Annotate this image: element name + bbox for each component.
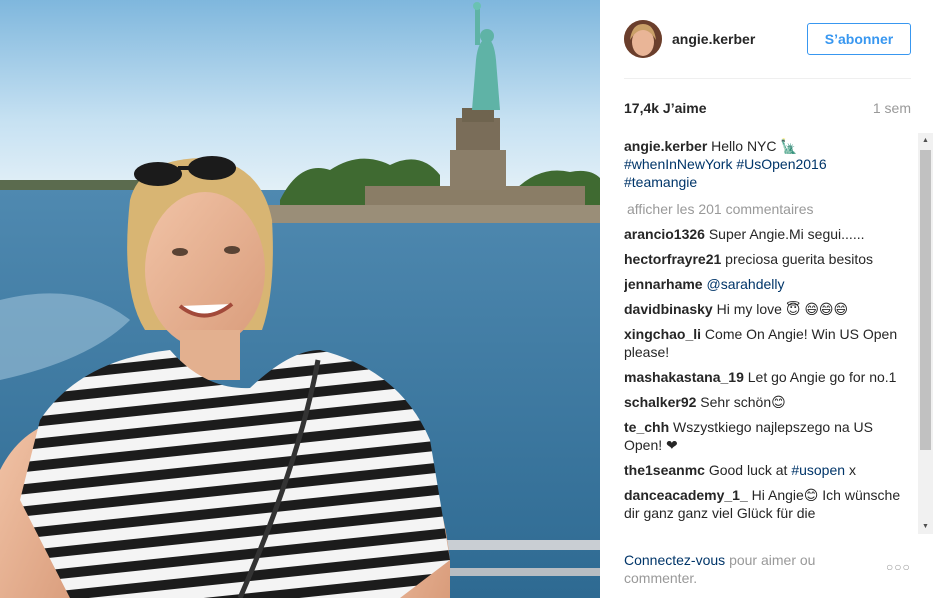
mention-link[interactable]: @sarahdelly [706, 276, 784, 292]
post-header: angie.kerber S’abonner [624, 16, 911, 62]
photo-image [0, 0, 600, 598]
comment-author[interactable]: danceacademy_1_ [624, 487, 748, 503]
comment: arancio1326 Super Angie.Mi segui...... [624, 225, 914, 243]
comment-author[interactable]: davidbinasky [624, 301, 713, 317]
hashtag[interactable]: #usopen [791, 462, 845, 478]
comment-text: Super Angie.Mi segui...... [708, 226, 865, 242]
comment: mashakastana_19 Let go Angie go for no.1 [624, 368, 914, 386]
login-prompt: Connectez-vous pour aimer ou commenter. [624, 551, 864, 587]
comment-author[interactable]: xingchao_li [624, 326, 701, 342]
caption-text: Hello NYC 🗽 [711, 138, 798, 154]
comment: xingchao_li Come On Angie! Win US Open p… [624, 325, 914, 361]
scroll-down-arrow-icon[interactable]: ▼ [918, 519, 933, 534]
hashtag[interactable]: #UsOpen2016 [736, 156, 826, 172]
comment-text: preciosa guerita besitos [725, 251, 874, 267]
comment-author[interactable]: mashakastana_19 [624, 369, 744, 385]
avatar[interactable] [624, 20, 662, 58]
caption-author[interactable]: angie.kerber [624, 138, 707, 154]
comment-author[interactable]: te_chh [624, 419, 669, 435]
login-link[interactable]: Connectez-vous [624, 552, 725, 568]
caption: angie.kerber Hello NYC 🗽 #whenInNewYork … [624, 137, 914, 191]
comment: hectorfrayre21 preciosa guerita besitos [624, 250, 914, 268]
comment-text: x [848, 462, 856, 478]
comment: jennarhame @sarahdelly [624, 275, 914, 293]
username-link[interactable]: angie.kerber [672, 31, 755, 47]
comments-scrollbar[interactable]: ▲ ▼ [918, 133, 933, 534]
comment-text: Good luck at [708, 462, 788, 478]
comment-author[interactable]: arancio1326 [624, 226, 705, 242]
divider [624, 78, 911, 79]
comment: schalker92 Sehr schön😊 [624, 393, 914, 411]
hashtag[interactable]: #teamangie [624, 174, 697, 190]
post-time[interactable]: 1 sem [873, 100, 911, 116]
comment-text: Let go Angie go for no.1 [747, 369, 897, 385]
avatar-image [624, 20, 662, 58]
comment-text: Sehr schön😊 [700, 394, 786, 410]
comment-author[interactable]: the1seanmc [624, 462, 705, 478]
scrollbar-thumb[interactable] [920, 150, 931, 450]
comment-text: Hi my love 😇 😄😄😄 [716, 301, 849, 317]
hashtag[interactable]: #whenInNewYork [624, 156, 732, 172]
comment-author[interactable]: schalker92 [624, 394, 696, 410]
comment: te_chh Wszystkiego najlepszego na US Ope… [624, 418, 914, 454]
post-photo[interactable] [0, 0, 600, 598]
comment-author[interactable]: hectorfrayre21 [624, 251, 721, 267]
comments-list: angie.kerber Hello NYC 🗽 #whenInNewYork … [624, 137, 914, 535]
load-more-comments[interactable]: afficher les 201 commentaires [627, 200, 914, 218]
likes-count[interactable]: 17,4k J’aime [624, 100, 707, 116]
comment-author[interactable]: jennarhame [624, 276, 703, 292]
comment: davidbinasky Hi my love 😇 😄😄😄 [624, 300, 914, 318]
scroll-up-arrow-icon[interactable]: ▲ [918, 133, 933, 148]
ellipsis-icon[interactable]: ○○○ [886, 560, 911, 574]
follow-button[interactable]: S’abonner [807, 23, 911, 55]
comment: the1seanmc Good luck at #usopen x [624, 461, 914, 479]
comment: danceacademy_1_ Hi Angie😊 Ich wünsche di… [624, 486, 914, 522]
